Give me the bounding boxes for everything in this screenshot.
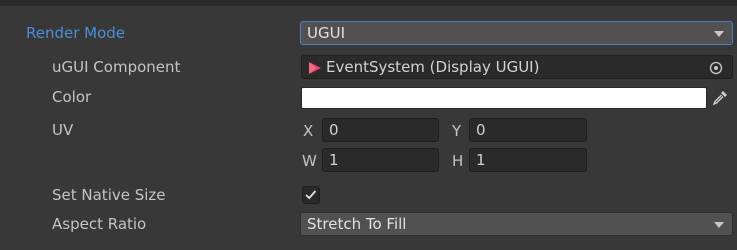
ugui-component-label: uGUI Component	[52, 58, 181, 76]
ugui-component-row: uGUI Component EventSystem (Display UGUI…	[0, 54, 737, 80]
aspect-ratio-label: Aspect Ratio	[52, 215, 147, 233]
aspect-ratio-value: Stretch To Fill	[307, 215, 407, 233]
render-mode-value: UGUI	[307, 24, 346, 42]
uv-y-label: Y	[452, 122, 462, 140]
ugui-component-field[interactable]: EventSystem (Display UGUI)	[301, 55, 733, 79]
uv-w-value: 1	[329, 151, 339, 169]
uv-row-xy: UV X 0 Y 0	[0, 117, 737, 143]
uv-w-input[interactable]: 1	[322, 148, 439, 172]
set-native-size-row: Set Native Size	[0, 182, 737, 208]
render-mode-row: Render Mode UGUI	[0, 20, 737, 46]
uv-row-wh: W 1 H 1	[0, 147, 737, 173]
eyedropper-icon[interactable]	[710, 88, 730, 108]
uv-label: UV	[52, 121, 74, 139]
ugui-component-value: EventSystem (Display UGUI)	[326, 58, 540, 76]
dropdown-arrow-icon	[714, 222, 724, 228]
uv-h-input[interactable]: 1	[469, 148, 587, 172]
ugui-component-icon	[309, 62, 321, 74]
uv-x-label: X	[303, 122, 314, 140]
set-native-size-checkbox[interactable]	[302, 186, 320, 204]
render-mode-dropdown[interactable]: UGUI	[300, 21, 733, 45]
uv-y-input[interactable]: 0	[469, 118, 587, 142]
color-row: Color	[0, 84, 737, 110]
uv-w-label: W	[302, 152, 317, 170]
checkmark-icon	[305, 190, 317, 200]
dropdown-arrow-icon	[714, 31, 724, 37]
object-picker-icon[interactable]	[709, 61, 723, 75]
set-native-size-label: Set Native Size	[52, 186, 166, 204]
color-label: Color	[52, 88, 92, 106]
uv-h-label: H	[452, 152, 464, 170]
uv-x-input[interactable]: 0	[322, 118, 439, 142]
aspect-ratio-dropdown[interactable]: Stretch To Fill	[300, 212, 733, 236]
top-divider	[0, 0, 737, 6]
inspector-panel: Render Mode UGUI uGUI Component EventSys…	[0, 0, 737, 250]
color-swatch[interactable]	[301, 87, 707, 109]
uv-h-value: 1	[476, 151, 486, 169]
uv-x-value: 0	[329, 121, 339, 139]
uv-y-value: 0	[476, 121, 486, 139]
aspect-ratio-row: Aspect Ratio Stretch To Fill	[0, 211, 737, 237]
render-mode-label: Render Mode	[26, 24, 126, 42]
